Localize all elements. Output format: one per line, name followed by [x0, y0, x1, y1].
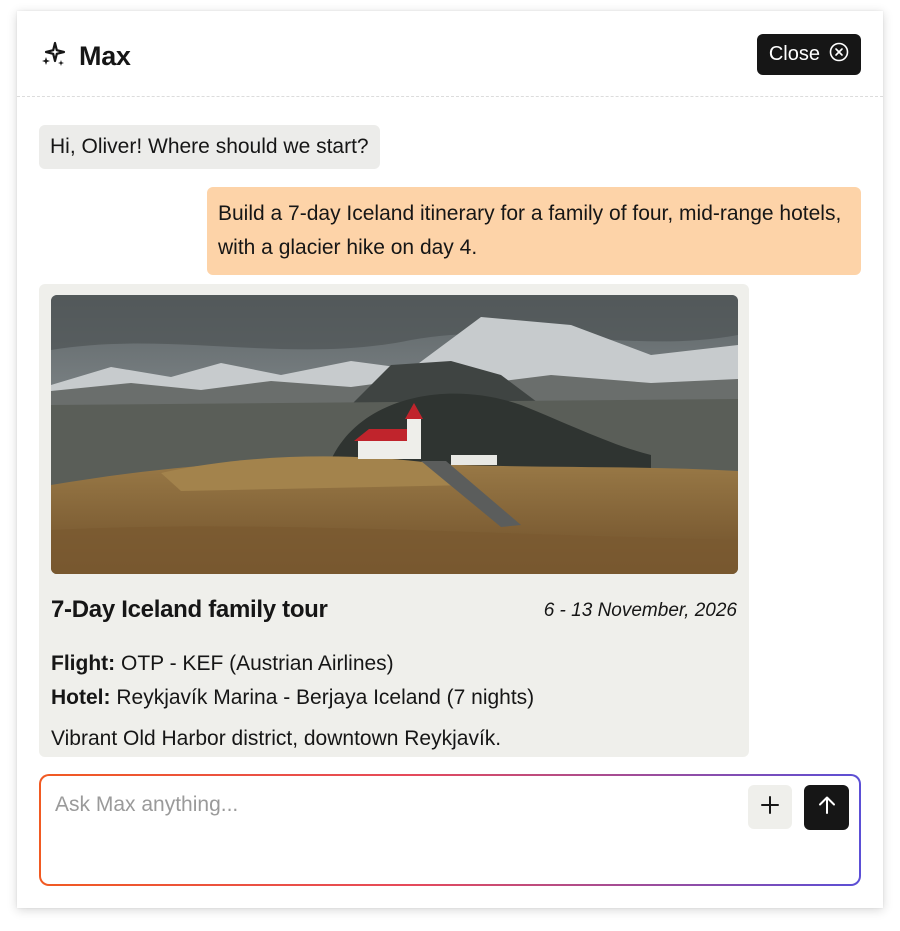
panel-header: Max Close: [17, 11, 883, 97]
assistant-panel: Max Close Hi, Oliver! Where should we st…: [17, 11, 883, 908]
message-input[interactable]: [55, 790, 735, 820]
add-attachment-button[interactable]: [748, 785, 792, 829]
send-button[interactable]: [804, 785, 849, 830]
hotel-label: Hotel:: [51, 686, 111, 709]
brand: Max: [39, 39, 131, 73]
close-circle-icon: [829, 42, 849, 68]
user-message: Build a 7-day Iceland itinerary for a fa…: [207, 187, 861, 275]
itinerary-date: 6 - 13 November, 2026: [543, 600, 737, 621]
plus-icon: [759, 794, 781, 821]
hotel-description: Vibrant Old Harbor district, downtown Re…: [51, 727, 502, 750]
close-button[interactable]: Close: [756, 34, 861, 75]
composer: [39, 774, 861, 886]
composer-inner: [41, 776, 859, 884]
hotel-value: Reykjavík Marina - Berjaya Iceland (7 ni…: [116, 686, 535, 709]
arrow-up-icon: [816, 794, 838, 821]
close-label: Close: [768, 43, 820, 65]
hotel-info: Hotel: Reykjavík Marina - Berjaya Icelan…: [51, 686, 534, 710]
assistant-title: Max: [79, 40, 131, 71]
assistant-message-greeting: Hi, Oliver! Where should we start?: [39, 125, 380, 169]
flight-label: Flight:: [51, 652, 116, 675]
flight-value: OTP - KEF (Austrian Airlines): [120, 652, 394, 675]
iceland-church-photo: [51, 295, 738, 574]
itinerary-title: 7-Day Iceland family tour: [51, 596, 328, 623]
flight-info: Flight: OTP - KEF (Austrian Airlines): [51, 652, 394, 676]
sparkles-icon: [39, 40, 67, 73]
itinerary-card[interactable]: 7-Day Iceland family tour 6 - 13 Novembe…: [39, 284, 749, 757]
